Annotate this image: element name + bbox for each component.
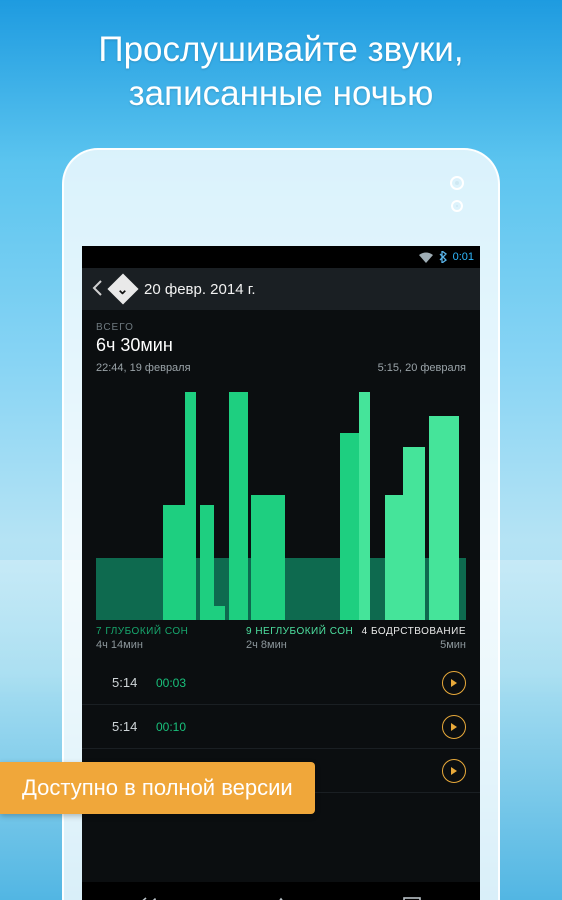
- legend-deep-title: 7 ГЛУБОКИЙ СОН: [96, 626, 206, 637]
- app-header: ⌄ 20 февр. 2014 г.: [82, 268, 480, 310]
- wifi-icon: [419, 252, 433, 263]
- chart-bar: [229, 392, 248, 620]
- recording-time: 5:14: [112, 675, 156, 690]
- sleep-summary: ВСЕГО 6ч 30мин 22:44, 19 февраля 5:15, 2…: [82, 310, 480, 380]
- recording-duration: 00:10: [156, 720, 186, 734]
- chart-bars: [96, 380, 466, 620]
- chart-bar: [270, 495, 285, 620]
- chart-bar: [200, 505, 215, 620]
- play-button[interactable]: [442, 759, 466, 783]
- chart-bar: [429, 416, 459, 620]
- play-button[interactable]: [442, 715, 466, 739]
- dropdown-toggle[interactable]: ⌄: [107, 273, 138, 304]
- headline-line-1: Прослушивайте звуки,: [0, 28, 562, 72]
- sleep-chart[interactable]: [96, 380, 466, 620]
- android-status-bar: 0:01: [82, 246, 480, 268]
- chart-bar: [163, 505, 185, 620]
- chevron-down-icon: ⌄: [117, 280, 129, 297]
- chart-bar: [185, 392, 196, 620]
- legend-awake: 4 БОДРСТВОВАНИЕ 5мин: [356, 626, 466, 651]
- chart-bar: [214, 606, 225, 620]
- legend-awake-sub: 5мин: [356, 639, 466, 651]
- chart-bar: [359, 392, 370, 620]
- legend-deep-sub: 4ч 14мин: [96, 639, 206, 651]
- sleep-start-time: 22:44, 19 февраля: [96, 362, 191, 374]
- recording-row[interactable]: 5:1400:10: [82, 705, 480, 749]
- promo-background: Прослушивайте звуки, записанные ночью 0:…: [0, 0, 562, 900]
- recording-row[interactable]: 5:1400:03: [82, 661, 480, 705]
- chart-bar: [385, 495, 404, 620]
- legend-light-title: 9 НЕГЛУБОКИЙ СОН: [246, 626, 356, 637]
- sleep-end-time: 5:15, 20 февраля: [378, 362, 466, 374]
- summary-label: ВСЕГО: [96, 322, 466, 333]
- nav-recent-button[interactable]: [396, 892, 432, 900]
- tablet-sensor-icon: [451, 200, 463, 212]
- android-nav-bar: [82, 882, 480, 900]
- recording-duration: 00:03: [156, 676, 186, 690]
- nav-home-button[interactable]: [263, 892, 299, 900]
- chart-bar: [340, 433, 359, 620]
- summary-total: 6ч 30мин: [96, 335, 466, 356]
- headline-line-2: записанные ночью: [0, 72, 562, 116]
- promo-headline: Прослушивайте звуки, записанные ночью: [0, 28, 562, 116]
- chart-legend: 7 ГЛУБОКИЙ СОН 4ч 14мин 9 НЕГЛУБОКИЙ СОН…: [82, 620, 480, 655]
- legend-awake-title: 4 БОДРСТВОВАНИЕ: [356, 626, 466, 637]
- header-date[interactable]: 20 февр. 2014 г.: [144, 281, 256, 298]
- bluetooth-icon: [439, 251, 447, 263]
- status-clock: 0:01: [453, 251, 474, 263]
- upgrade-ribbon[interactable]: Доступно в полной версии: [0, 762, 315, 814]
- chart-bar: [251, 495, 270, 620]
- chart-bar: [403, 447, 425, 620]
- legend-light-sub: 2ч 8мин: [246, 639, 356, 651]
- recording-time: 5:14: [112, 719, 156, 734]
- legend-deep-sleep: 7 ГЛУБОКИЙ СОН 4ч 14мин: [96, 626, 206, 651]
- nav-back-button[interactable]: [130, 892, 166, 900]
- back-icon[interactable]: [92, 280, 102, 299]
- legend-light-sleep: 9 НЕГЛУБОКИЙ СОН 2ч 8мин: [206, 626, 356, 651]
- play-button[interactable]: [442, 671, 466, 695]
- tablet-camera-icon: [450, 176, 464, 190]
- upgrade-ribbon-label: Доступно в полной версии: [22, 775, 293, 801]
